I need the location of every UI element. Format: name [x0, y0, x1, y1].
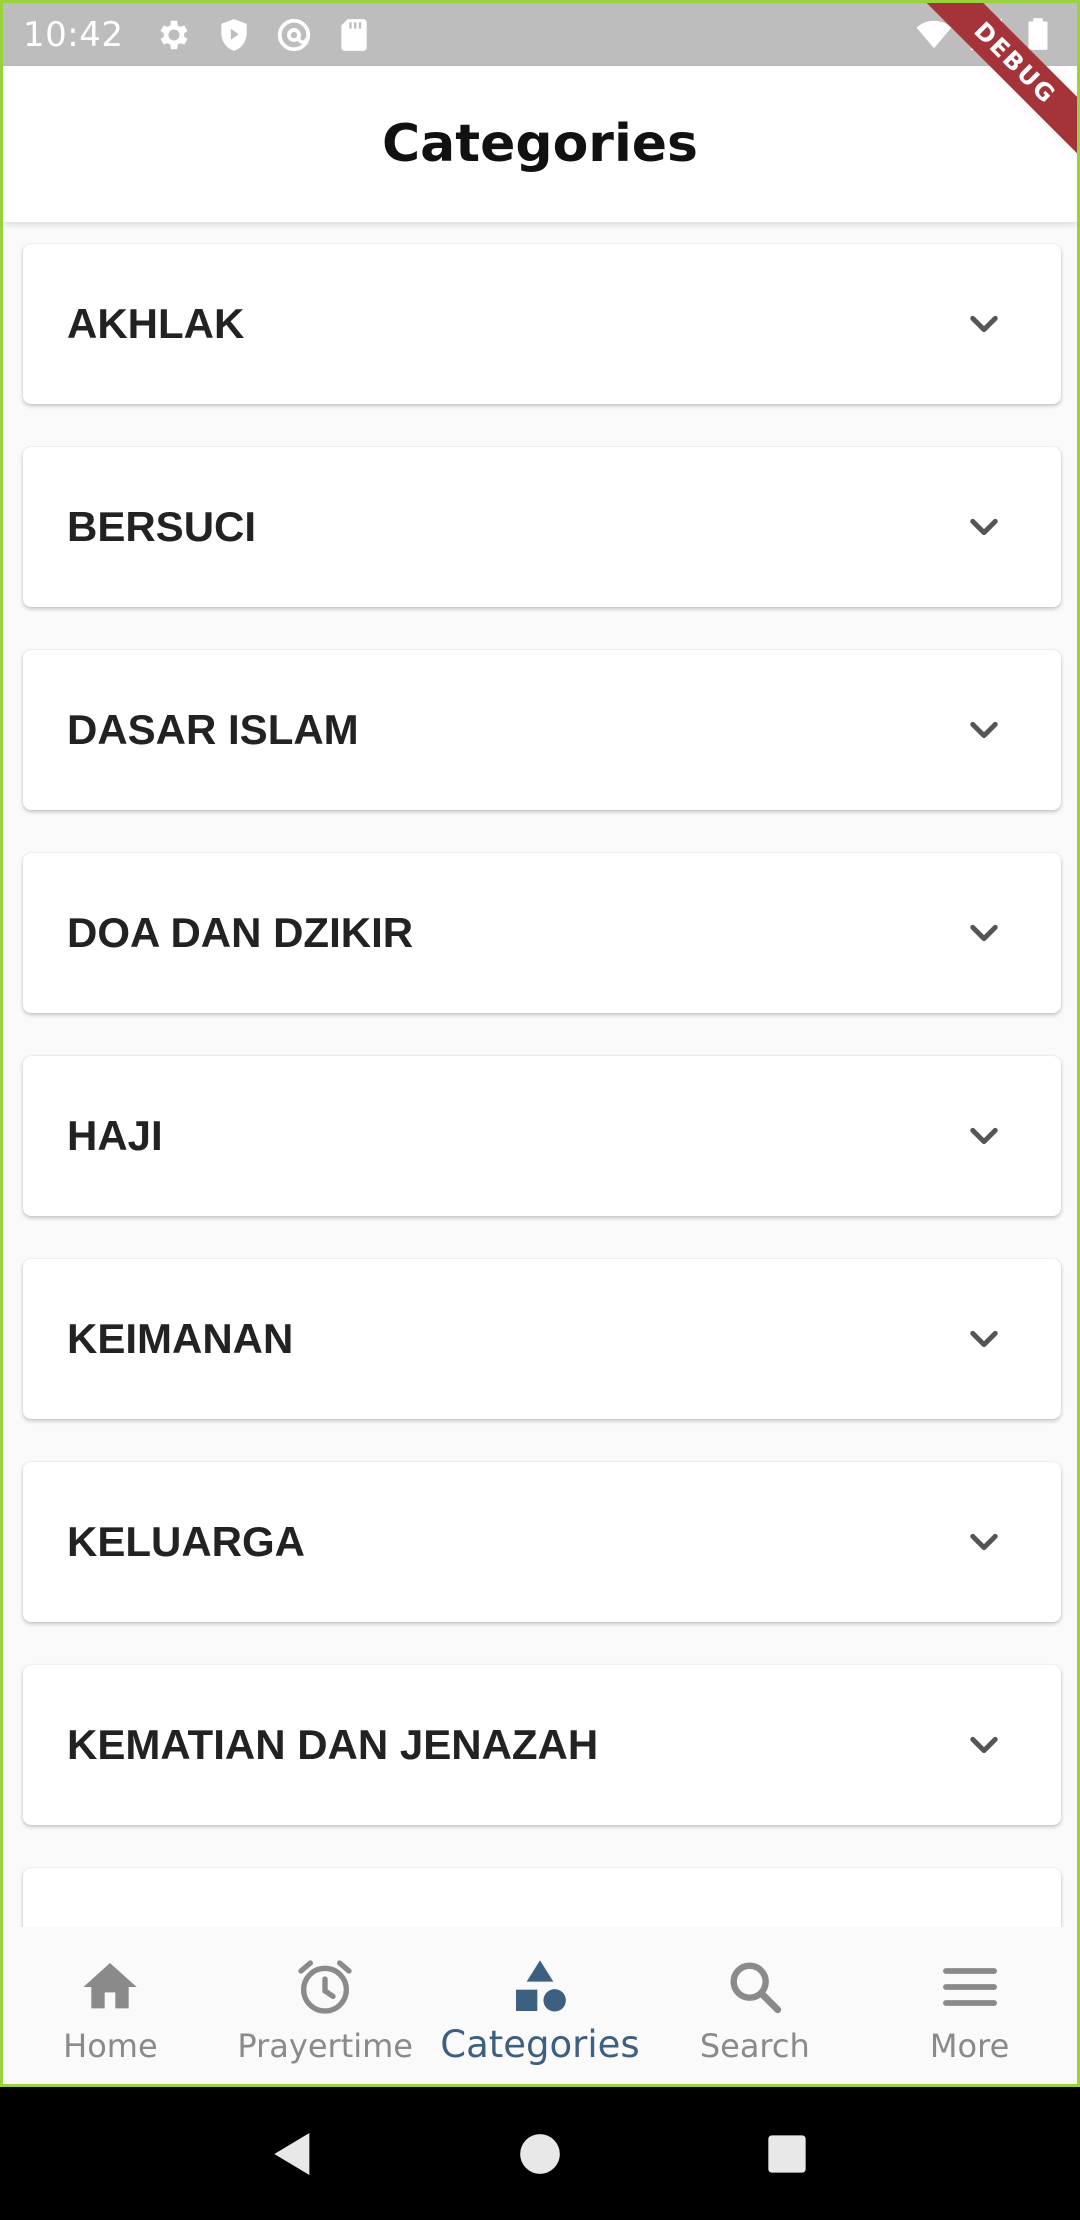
recents-square-icon[interactable] [759, 2126, 815, 2182]
category-label: BERSUCI [67, 503, 257, 550]
alarm-clock-icon [293, 1955, 357, 2019]
at-sync-icon [275, 16, 313, 54]
settings-icon [155, 16, 193, 54]
shapes-icon [508, 1955, 572, 2019]
nav-item-prayertime[interactable]: Prayertime [218, 1927, 433, 2084]
chevron-down-icon[interactable] [957, 500, 1011, 554]
nav-item-more[interactable]: More [862, 1927, 1077, 2084]
nav-label: More [929, 2027, 1010, 2065]
category-label: HAJI [67, 1112, 163, 1159]
chevron-down-icon[interactable] [957, 297, 1011, 351]
nav-label: Search [699, 2027, 810, 2065]
chevron-down-icon[interactable] [957, 1718, 1011, 1772]
category-card-bersuci[interactable]: BERSUCI [23, 447, 1061, 607]
category-list[interactable]: AKHLAK BERSUCI DASAR ISLAM DOA DAN DZIKI… [3, 222, 1077, 1927]
category-card-akhlak[interactable]: AKHLAK [23, 244, 1061, 404]
nav-item-search[interactable]: Search [647, 1927, 862, 2084]
category-label: KEMATIAN DAN JENAZAH [67, 1721, 599, 1768]
category-card-keluarga[interactable]: KELUARGA [23, 1462, 1061, 1622]
category-card-haji[interactable]: HAJI [23, 1056, 1061, 1216]
status-notification-icons [155, 16, 373, 54]
category-label: KEIMANAN [67, 1315, 294, 1362]
chevron-down-icon[interactable] [957, 906, 1011, 960]
category-card-partial[interactable] [23, 1868, 1061, 1927]
system-navigation-bar [0, 2087, 1080, 2220]
category-label: DOA DAN DZIKIR [67, 909, 414, 956]
chevron-down-icon[interactable] [957, 703, 1011, 757]
sd-card-icon [335, 16, 373, 54]
category-card-keimanan[interactable]: KEIMANAN [23, 1259, 1061, 1419]
category-card-doa-dan-dzikir[interactable]: DOA DAN DZIKIR [23, 853, 1061, 1013]
app-screen: 10:42 DEBUG Categories AKHLAK BERSUCI DA… [0, 0, 1080, 2087]
nav-label: Prayertime [237, 2027, 413, 2065]
nav-item-categories[interactable]: Categories [433, 1927, 648, 2084]
bottom-navigation: Home Prayertime Categories Search More [3, 1927, 1077, 2084]
category-card-dasar-islam[interactable]: DASAR ISLAM [23, 650, 1061, 810]
category-label: AKHLAK [67, 300, 245, 347]
category-label: KELUARGA [67, 1518, 305, 1565]
back-icon[interactable] [265, 2126, 321, 2182]
shield-play-icon [215, 16, 253, 54]
home-circle-icon[interactable] [512, 2126, 568, 2182]
category-card-kematian-dan-jenazah[interactable]: KEMATIAN DAN JENAZAH [23, 1665, 1061, 1825]
status-time: 10:42 [23, 14, 124, 55]
chevron-down-icon[interactable] [957, 1312, 1011, 1366]
app-bar: Categories [3, 66, 1077, 222]
page-title: Categories [381, 114, 698, 174]
nav-label: Home [63, 2027, 158, 2065]
chevron-down-icon[interactable] [957, 1109, 1011, 1163]
home-icon [78, 1955, 142, 2019]
nav-item-home[interactable]: Home [3, 1927, 218, 2084]
search-icon [723, 1955, 787, 2019]
category-label: DASAR ISLAM [67, 706, 359, 753]
status-bar: 10:42 [3, 3, 1077, 66]
chevron-down-icon[interactable] [957, 1515, 1011, 1569]
nav-label: Categories [440, 2023, 640, 2066]
menu-icon [938, 1955, 1002, 2019]
